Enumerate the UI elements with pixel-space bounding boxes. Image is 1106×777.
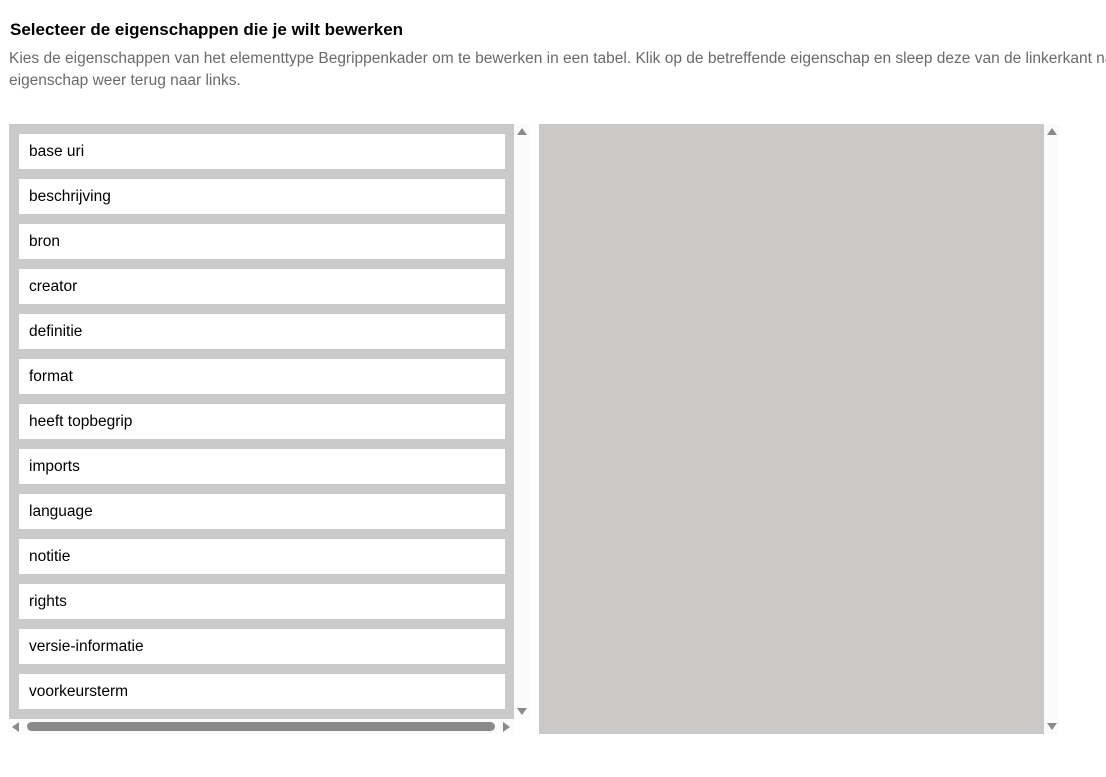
scroll-up-arrow-icon[interactable] — [1047, 128, 1057, 135]
property-item[interactable]: language — [19, 494, 505, 529]
property-item[interactable]: bron — [19, 224, 505, 259]
property-item[interactable]: voorkeursterm — [19, 674, 505, 709]
property-item[interactable]: format — [19, 359, 505, 394]
scroll-down-arrow-icon[interactable] — [1047, 723, 1057, 730]
horizontal-scroll-thumb[interactable] — [27, 722, 495, 731]
property-item[interactable]: base uri — [19, 134, 505, 169]
scroll-down-arrow-icon[interactable] — [517, 708, 527, 715]
property-item[interactable]: imports — [19, 449, 505, 484]
property-item[interactable]: creator — [19, 269, 505, 304]
selected-list-vertical-scrollbar[interactable] — [1044, 124, 1059, 734]
selected-properties-drop-zone[interactable] — [539, 124, 1044, 734]
property-item[interactable]: rights — [19, 584, 505, 619]
property-item[interactable]: versie-informatie — [19, 629, 505, 664]
instructions-line-2: eigenschap weer terug naar links. — [9, 72, 241, 89]
available-list-vertical-scrollbar[interactable] — [514, 124, 529, 719]
available-properties-list[interactable]: base uri beschrijving bron creator definitie… — [9, 124, 514, 719]
property-item[interactable]: definitie — [19, 314, 505, 349]
page-title: Selecteer de eigenschappen die je wilt b… — [10, 20, 404, 39]
instructions-text: Kies de eigenschappen van het elementtyp… — [9, 48, 1106, 92]
page: Selecteer de eigenschappen die je wilt b… — [0, 0, 1106, 777]
instructions-line-1: Kies de eigenschappen van het elementtyp… — [9, 50, 1106, 67]
scroll-up-arrow-icon[interactable] — [517, 128, 527, 135]
property-item[interactable]: notitie — [19, 539, 505, 574]
property-item[interactable]: heeft topbegrip — [19, 404, 505, 439]
available-list-horizontal-scrollbar[interactable] — [9, 719, 514, 734]
property-item[interactable]: beschrijving — [19, 179, 505, 214]
scroll-right-arrow-icon[interactable] — [503, 722, 510, 732]
scroll-left-arrow-icon[interactable] — [12, 722, 19, 732]
